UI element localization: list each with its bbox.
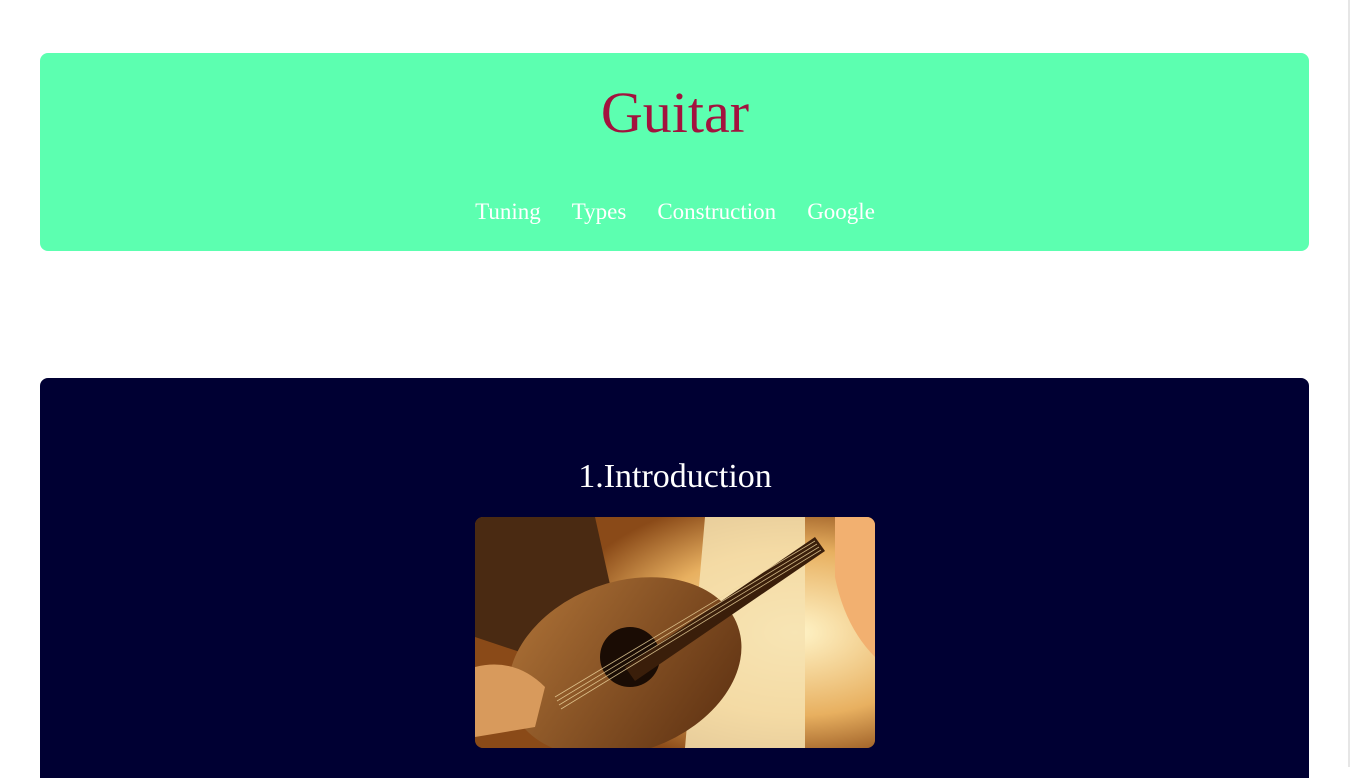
nav-link-types[interactable]: Types <box>572 200 627 223</box>
nav-link-tuning[interactable]: Tuning <box>475 200 541 223</box>
nav-link-construction[interactable]: Construction <box>657 200 776 223</box>
guitar-photo-illustration <box>475 517 875 748</box>
guitar-photo <box>475 517 875 748</box>
main-nav: Tuning Types Construction Google <box>0 200 1350 223</box>
site-title: Guitar <box>600 80 750 145</box>
introduction-heading: 1.Introduction <box>578 458 772 495</box>
nav-link-google[interactable]: Google <box>807 200 875 223</box>
